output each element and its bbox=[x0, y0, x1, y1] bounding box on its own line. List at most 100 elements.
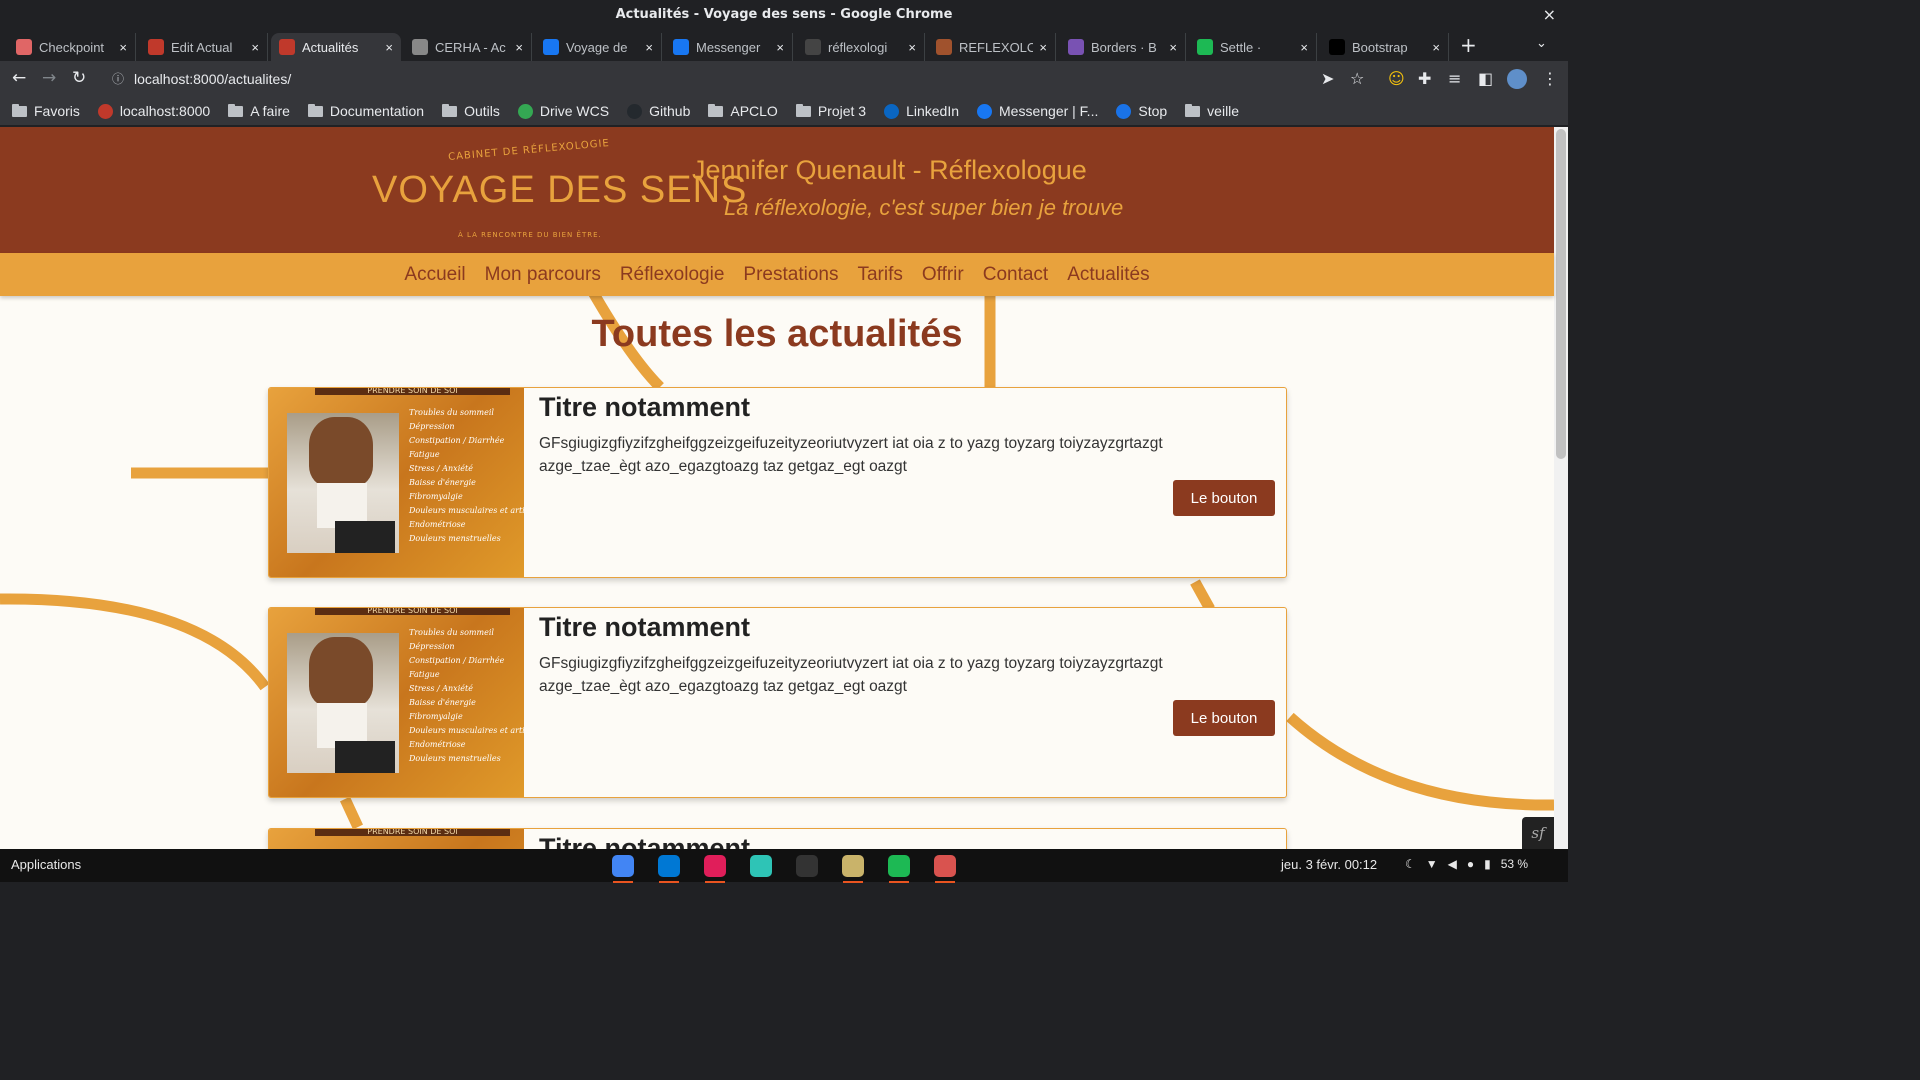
bookmark-2[interactable]: A faire bbox=[228, 103, 290, 119]
article-button[interactable]: Le bouton bbox=[1173, 700, 1275, 736]
nav-link-5[interactable]: Offrir bbox=[922, 264, 964, 286]
bookmark-7[interactable]: APCLO bbox=[708, 103, 778, 119]
article-image: PRENDRE SOIN DE SOI Troubles du sommeilD… bbox=[269, 388, 524, 577]
nav-link-1[interactable]: Mon parcours bbox=[485, 264, 601, 286]
terminal-app-icon[interactable] bbox=[789, 852, 825, 880]
article-image: PRENDRE SOIN DE SOI Troubles du sommeilD… bbox=[269, 829, 524, 849]
bookmark-12[interactable]: veille bbox=[1185, 103, 1239, 119]
cerha-favicon-icon bbox=[412, 39, 428, 55]
bookmark-9[interactable]: LinkedIn bbox=[884, 103, 959, 119]
bookmark-label: APCLO bbox=[730, 103, 778, 119]
bookmark-label: A faire bbox=[250, 103, 290, 119]
tab-close-icon[interactable]: × bbox=[776, 40, 784, 55]
bookmark-3[interactable]: Documentation bbox=[307, 103, 424, 119]
tab-label: Voyage de bbox=[566, 39, 628, 55]
applications-menu[interactable]: Applications bbox=[11, 857, 81, 872]
tab-close-icon[interactable]: × bbox=[1300, 40, 1308, 55]
tab-close-icon[interactable]: × bbox=[645, 40, 653, 55]
slack-app-icon[interactable] bbox=[697, 852, 733, 883]
page-scrollbar[interactable] bbox=[1554, 127, 1568, 849]
tab-6[interactable]: réflexologi × bbox=[797, 33, 925, 61]
side-panel-icon[interactable]: ◧ bbox=[1478, 69, 1493, 88]
tab-7[interactable]: REFLEXOLO × bbox=[928, 33, 1056, 61]
address-bar[interactable]: ⓘ localhost:8000/actualites/ bbox=[100, 65, 1315, 93]
forward-button[interactable]: → bbox=[42, 68, 56, 88]
tab-5[interactable]: Messenger × bbox=[665, 33, 793, 61]
article-card: PRENDRE SOIN DE SOI Troubles du sommeil D… bbox=[268, 607, 1287, 798]
url-text: localhost:8000/actualites/ bbox=[134, 71, 292, 87]
image-word: Douleurs menstruelles bbox=[409, 534, 501, 543]
scrollbar-thumb[interactable] bbox=[1556, 129, 1566, 459]
battery-icon: ▮ bbox=[1484, 857, 1491, 871]
tab-10[interactable]: Bootstrap × bbox=[1321, 33, 1449, 61]
tab-close-icon[interactable]: × bbox=[908, 40, 916, 55]
send-icon[interactable]: ➤ bbox=[1321, 69, 1334, 88]
tab-close-icon[interactable]: × bbox=[119, 40, 127, 55]
bookmark-1[interactable]: localhost:8000 bbox=[97, 103, 210, 119]
chrome-menu-icon[interactable]: ⋮ bbox=[1542, 69, 1558, 88]
chrome-app-icon[interactable] bbox=[605, 852, 641, 883]
article-text: GFsgiugizgfiyzifzgheifggzeizgeifuzeityze… bbox=[539, 655, 1163, 695]
nav-link-7[interactable]: Actualités bbox=[1067, 264, 1149, 286]
system-tray[interactable]: ☾ ▼ ◀ ● ▮ 53 % bbox=[1405, 857, 1538, 871]
nav-link-3[interactable]: Prestations bbox=[743, 264, 838, 286]
media-control-icon[interactable]: ≡ bbox=[1448, 69, 1461, 88]
tab-9[interactable]: Settle · × bbox=[1189, 33, 1317, 61]
app-favicon-icon bbox=[148, 39, 164, 55]
tab-close-icon[interactable]: × bbox=[251, 40, 259, 55]
symfony-debug-toolbar-icon[interactable]: sf bbox=[1522, 817, 1554, 849]
image-word: Endométriose bbox=[409, 520, 466, 529]
tab-close-icon[interactable]: × bbox=[1432, 40, 1440, 55]
profile-avatar[interactable] bbox=[1507, 69, 1527, 89]
tab-8[interactable]: Borders · B × bbox=[1060, 33, 1186, 61]
microphone-icon: ● bbox=[1466, 857, 1475, 871]
article-button[interactable]: Le bouton bbox=[1173, 480, 1275, 516]
tab-close-icon[interactable]: × bbox=[385, 40, 393, 55]
bookmark-star-icon[interactable]: ☆ bbox=[1350, 69, 1364, 88]
reload-button[interactable]: ↻ bbox=[72, 68, 86, 88]
bookmark-label: Projet 3 bbox=[817, 103, 867, 119]
tab-2[interactable]: Actualités × bbox=[271, 33, 401, 61]
tab-close-icon[interactable]: × bbox=[515, 40, 523, 55]
logo-subtitle: À LA RENCONTRE DU BIEN ÊTRE. bbox=[458, 231, 602, 239]
tab-close-icon[interactable]: × bbox=[1169, 40, 1177, 55]
nav-link-0[interactable]: Accueil bbox=[404, 264, 465, 286]
spotify-app-icon[interactable] bbox=[881, 852, 917, 883]
site-favicon-icon bbox=[884, 103, 900, 119]
bookmark-10[interactable]: Messenger | F... bbox=[977, 103, 1098, 119]
bookmark-8[interactable]: Projet 3 bbox=[795, 103, 867, 119]
extensions-puzzle-icon[interactable]: ✚ bbox=[1418, 69, 1431, 88]
window-close-button[interactable]: × bbox=[1543, 0, 1556, 30]
image-word: Baisse d'énergie bbox=[409, 478, 476, 487]
bookmark-6[interactable]: Github bbox=[627, 103, 690, 119]
article-body: Titre notamment GFsgiugizgfiyzifzgheifgg… bbox=[539, 388, 1286, 577]
mail-app-icon[interactable] bbox=[743, 852, 779, 880]
tab-3[interactable]: CERHA - Ac × bbox=[404, 33, 532, 61]
vscode-app-icon[interactable] bbox=[651, 852, 687, 883]
tab-close-icon[interactable]: × bbox=[1039, 40, 1047, 55]
bookmark-5[interactable]: Drive WCS bbox=[517, 103, 609, 119]
new-tab-button[interactable]: + bbox=[1460, 33, 1477, 57]
nav-link-4[interactable]: Tarifs bbox=[857, 264, 902, 286]
text-editor-app-icon[interactable] bbox=[927, 852, 963, 883]
nav-link-6[interactable]: Contact bbox=[983, 264, 1048, 286]
emoji-extension-icon[interactable]: ☺ bbox=[1388, 69, 1405, 88]
site-name: Jennifer Quenault - Réflexologue bbox=[692, 155, 1087, 185]
image-word: Fatigue bbox=[409, 670, 440, 679]
tab-search-button[interactable]: ⌄ bbox=[1536, 36, 1547, 51]
back-button[interactable]: ← bbox=[12, 68, 26, 88]
tab-1[interactable]: Edit Actual × bbox=[140, 33, 268, 61]
tab-0[interactable]: Checkpoint × bbox=[8, 33, 136, 61]
files-app-icon[interactable] bbox=[835, 852, 871, 883]
site-info-icon[interactable]: ⓘ bbox=[112, 65, 124, 93]
site-tagline: La réflexologie, c'est super bien je tro… bbox=[724, 195, 1124, 220]
tab-4[interactable]: Voyage de × bbox=[535, 33, 662, 61]
system-clock[interactable]: jeu. 3 févr. 00:12 bbox=[1281, 857, 1377, 872]
bookmark-4[interactable]: Outils bbox=[442, 103, 500, 119]
image-word: Fibromyalgie bbox=[409, 712, 463, 721]
facebook-favicon-icon bbox=[543, 39, 559, 55]
article-text: GFsgiugizgfiyzifzgheifggzeizgeifuzeityze… bbox=[539, 435, 1163, 475]
nav-link-2[interactable]: Réflexologie bbox=[620, 264, 725, 286]
bookmark-0[interactable]: Favoris bbox=[12, 103, 80, 119]
bookmark-11[interactable]: Stop bbox=[1116, 103, 1167, 119]
